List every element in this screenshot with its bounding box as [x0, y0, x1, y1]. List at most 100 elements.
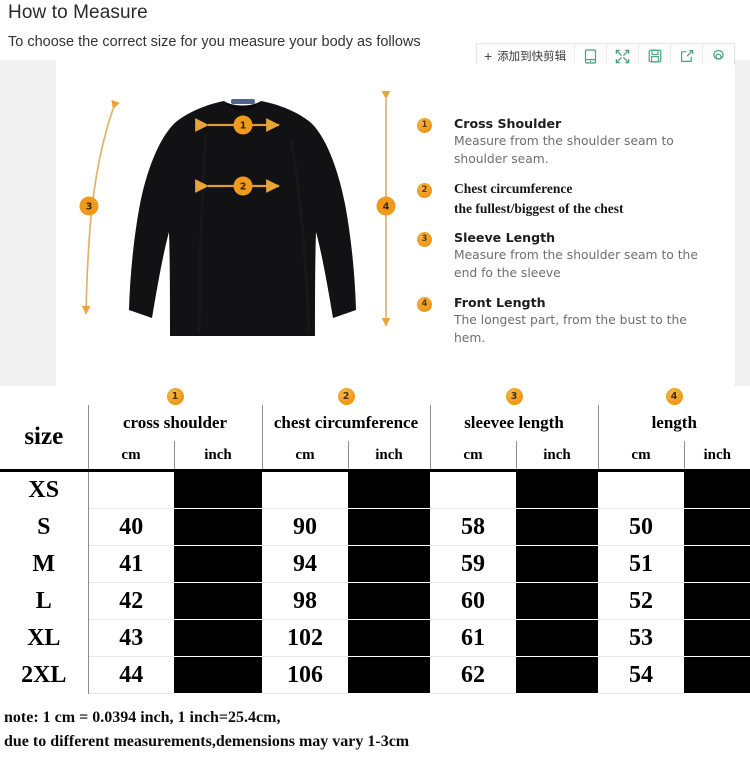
row-size-label: L — [0, 582, 89, 620]
legend-item-chest-circumference: 2 Chest circumference the fullest/bigges… — [417, 181, 717, 219]
cell-cross-shoulder-cm: 41 — [88, 545, 174, 583]
cell-sleeve-length-inch: 24.0 — [516, 619, 598, 657]
cell-length-inch: 20.1 — [684, 545, 750, 583]
legend-title-3: Sleeve Length — [454, 230, 556, 246]
cell-length-cm: 51 — [598, 545, 684, 583]
marker-spacer — [0, 386, 88, 405]
measurement-legend: 1 Cross Shoulder Measure from the should… — [417, 116, 717, 360]
row-size-label: 2XL — [0, 656, 89, 694]
cell-chest-circumference-inch: 38.6 — [348, 582, 430, 620]
row-size-label: M — [0, 545, 89, 583]
unit-cross-shoulder-inch: inch — [173, 441, 262, 472]
cell-chest-circumference-cm — [262, 470, 348, 509]
cell-cross-shoulder-inch: 17.3 — [174, 656, 262, 694]
cell-cross-shoulder-inch — [174, 470, 262, 509]
note-line-1: note: 1 cm = 0.0394 inch, 1 inch=25.4cm, — [4, 709, 281, 726]
legend-desc-3: Measure from the shoulder seam to the en… — [454, 248, 698, 281]
unit-sleeve-length-inch: inch — [515, 441, 598, 472]
cell-chest-circumference-inch: 41.7 — [348, 656, 430, 694]
legend-desc-4: The longest part, from the bust to the h… — [454, 312, 687, 345]
cell-sleeve-length-inch: 23.2 — [516, 545, 598, 583]
cell-sleeve-length-cm — [430, 470, 516, 509]
cell-length-inch: 19.7 — [684, 508, 750, 546]
garment-illustration: 1 2 3 4 — [56, 64, 416, 384]
cell-sleeve-length-inch: 23.6 — [516, 582, 598, 620]
cell-chest-circumference-inch: 35.4 — [348, 508, 430, 546]
table-badge-2: 2 — [337, 388, 355, 405]
column-header-length: length — [597, 405, 750, 441]
share-icon — [680, 49, 694, 63]
cell-chest-circumference-cm: 102 — [262, 619, 348, 657]
legend-desc-1: Measure from the shoulder seam to should… — [454, 134, 674, 166]
svg-text:3: 3 — [86, 202, 93, 213]
cell-chest-circumference-inch: 37.0 — [348, 545, 430, 583]
cell-length-cm: 54 — [598, 656, 684, 694]
cell-cross-shoulder-inch: 16.1 — [174, 545, 262, 583]
page-title: How to Measure — [8, 2, 148, 23]
cell-length-inch — [684, 470, 750, 509]
table-badge-3: 3 — [505, 388, 523, 405]
page-subtitle: To choose the correct size for you measu… — [8, 34, 421, 50]
unit-sleeve-length-cm: cm — [429, 441, 516, 472]
column-header-size: size — [0, 405, 89, 472]
row-size-label: XS — [0, 470, 89, 509]
size-guide-page: How to Measure To choose the correct siz… — [0, 0, 750, 769]
cell-cross-shoulder-cm: 40 — [88, 508, 174, 546]
legend-badge-3: 3 — [417, 232, 432, 248]
save-icon — [648, 49, 662, 63]
cell-sleeve-length-inch: 24.4 — [516, 656, 598, 694]
unit-chest-circumference-cm: cm — [261, 441, 348, 472]
cell-chest-circumference-inch — [348, 470, 430, 509]
cell-sleeve-length-cm: 59 — [430, 545, 516, 583]
row-size-label: S — [0, 508, 89, 546]
cell-length-cm: 53 — [598, 619, 684, 657]
table-row: 2XL 44 17.3 106 41.7 62 24.4 54 21.3 — [0, 656, 750, 694]
table-row: M 41 16.1 94 37.0 59 23.2 51 20.1 — [0, 545, 750, 583]
legend-title-2: Chest circumference — [454, 180, 573, 196]
legend-badge-2: 2 — [417, 182, 432, 198]
cell-chest-circumference-cm: 90 — [262, 508, 348, 546]
cell-cross-shoulder-cm: 42 — [88, 582, 174, 620]
legend-badge-1: 1 — [417, 118, 432, 133]
table-row: XL 43 16.9 102 40.2 61 24.0 53 20.9 — [0, 619, 750, 657]
plus-icon: + — [484, 48, 493, 64]
marker-cell-1: 1 — [88, 386, 262, 405]
legend-item-sleeve-length: 3 Sleeve Length Measure from the shoulde… — [417, 230, 717, 283]
expand-icon — [615, 49, 630, 64]
cell-cross-shoulder-cm: 43 — [88, 619, 174, 657]
cell-length-inch: 20.9 — [684, 619, 750, 657]
column-header-cross-shoulder: cross shoulder — [87, 405, 262, 441]
legend-badge-4: 4 — [417, 296, 432, 312]
unit-length-cm: cm — [597, 441, 684, 472]
marker-cell-4: 4 — [598, 386, 750, 405]
cell-sleeve-length-inch — [516, 470, 598, 509]
size-chart: 1 2 3 4 size cross shoulder chest circum… — [0, 386, 750, 694]
table-row: L 42 16.5 98 38.6 60 23.6 52 20.5 — [0, 582, 750, 620]
cell-length-cm: 50 — [598, 508, 684, 546]
cell-cross-shoulder-inch: 15.9 — [174, 508, 262, 546]
table-badge-1: 1 — [166, 388, 184, 405]
arrow-front-length: 4 — [376, 90, 396, 327]
cell-chest-circumference-cm: 98 — [262, 582, 348, 620]
legend-desc-2: the fullest/biggest of the chest — [454, 200, 624, 216]
svg-text:1: 1 — [240, 121, 247, 132]
mobile-preview-icon — [584, 48, 597, 64]
unit-length-inch: inch — [683, 441, 750, 472]
table-badge-4: 4 — [665, 388, 683, 405]
unit-cross-shoulder-cm: cm — [87, 441, 174, 472]
left-gutter — [0, 60, 56, 388]
cell-cross-shoulder-cm — [88, 470, 174, 509]
cell-cross-shoulder-cm: 44 — [88, 656, 174, 694]
marker-cell-3: 3 — [430, 386, 598, 405]
legend-item-front-length: 4 Front Length The longest part, from th… — [417, 295, 717, 348]
unit-chest-circumference-inch: inch — [347, 441, 430, 472]
legend-title-1: Cross Shoulder — [454, 116, 562, 131]
size-table: 1 2 3 4 size cross shoulder chest circum… — [0, 386, 750, 694]
cell-sleeve-length-inch: 22.8 — [516, 508, 598, 546]
svg-text:2: 2 — [240, 182, 247, 193]
table-group-header-row: size cross shoulder chest circumference … — [0, 405, 750, 472]
table-row: XS — [0, 470, 750, 509]
cell-sleeve-length-cm: 58 — [430, 508, 516, 546]
cell-length-cm: 52 — [598, 582, 684, 620]
right-gutter — [734, 60, 750, 388]
